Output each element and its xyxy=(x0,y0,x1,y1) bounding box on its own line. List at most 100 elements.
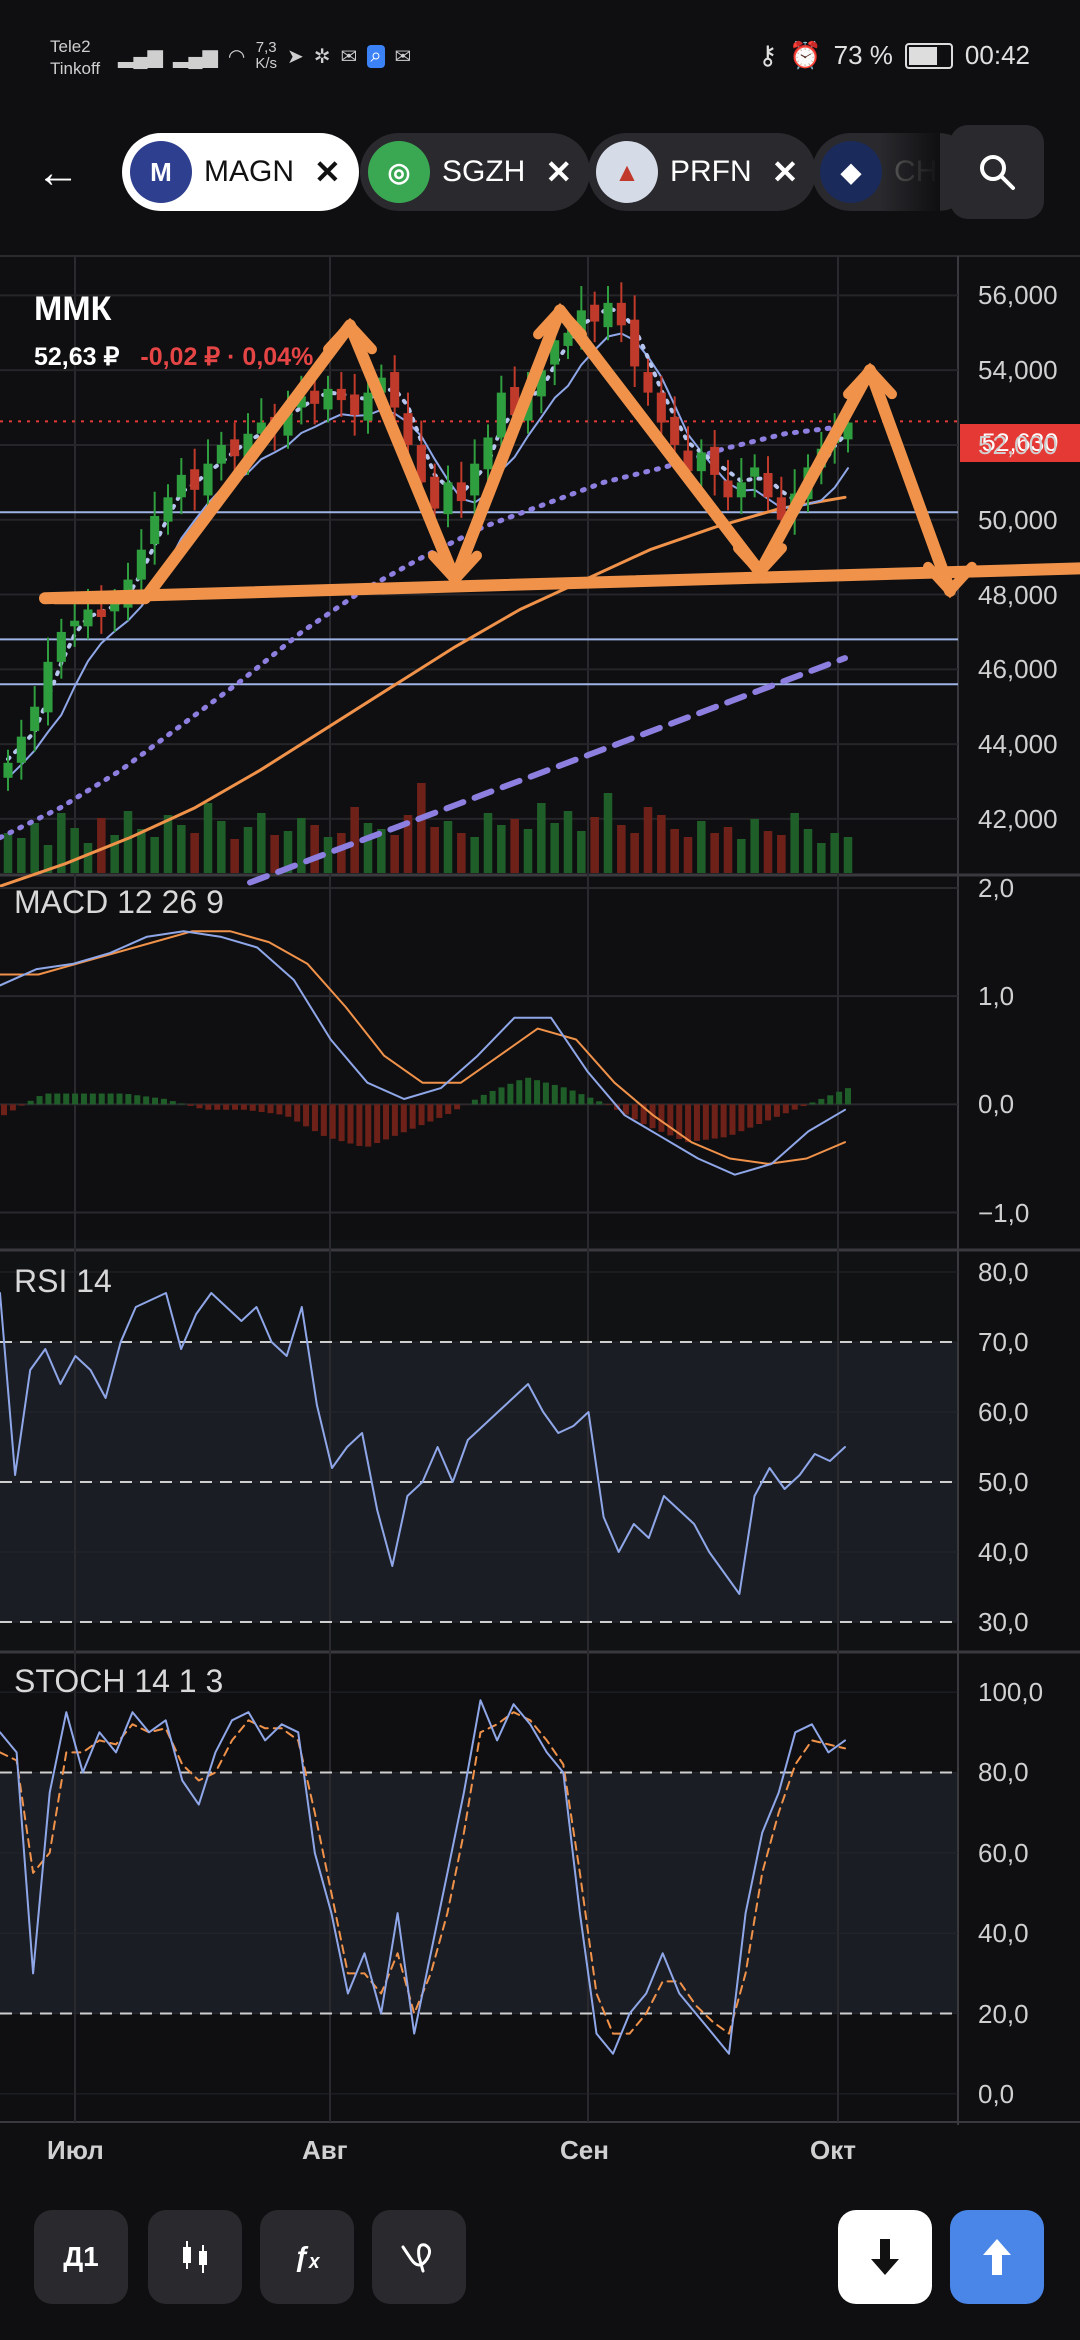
price-y-tick: 54,000 xyxy=(978,355,1058,386)
candle-body xyxy=(190,469,200,490)
macd-histogram-bar xyxy=(427,1104,434,1122)
macd-signal-line xyxy=(0,930,846,1165)
macd-histogram-bar xyxy=(72,1093,79,1105)
macd-histogram-bar xyxy=(169,1101,176,1105)
macd-histogram-bar xyxy=(569,1090,576,1105)
macd-histogram-bar xyxy=(480,1094,487,1105)
candles-icon xyxy=(183,2241,207,2273)
rsi-y-tick: 60,0 xyxy=(978,1397,1029,1427)
sell-button[interactable] xyxy=(838,2210,932,2304)
macd-histogram-bar xyxy=(63,1093,70,1105)
interval-button[interactable]: Д1 xyxy=(34,2210,128,2304)
macd-histogram-bar xyxy=(525,1077,532,1105)
macd-histogram-bar xyxy=(231,1104,238,1110)
chart-canvas[interactable] xyxy=(0,0,1080,2190)
macd-y-tick: 0,0 xyxy=(978,1089,1015,1120)
volume-bar xyxy=(723,827,733,873)
ticker-name: ММК xyxy=(34,290,112,328)
candle-body xyxy=(723,480,733,498)
indicators-button[interactable]: ƒₓ xyxy=(260,2210,354,2304)
buy-button[interactable] xyxy=(950,2210,1044,2304)
candle-body xyxy=(310,390,320,404)
macd-histogram-bar xyxy=(89,1093,96,1105)
macd-histogram-bar xyxy=(320,1104,327,1136)
volume-bar xyxy=(350,807,359,873)
volume-bar xyxy=(257,813,266,873)
macd-histogram-bar xyxy=(134,1095,141,1105)
candle-body xyxy=(323,388,333,410)
macd-histogram-bar xyxy=(347,1104,354,1144)
stoch-band xyxy=(0,1772,958,2014)
volume-bar xyxy=(763,831,773,873)
macd-histogram-bar xyxy=(667,1104,674,1136)
drawing-tools-button[interactable] xyxy=(372,2210,466,2304)
stoch-y-tick: 0,0 xyxy=(978,2078,1015,2109)
candle-body xyxy=(230,439,240,457)
macd-histogram-bar xyxy=(303,1104,310,1127)
volume-bar xyxy=(70,828,79,873)
volume-bar xyxy=(443,821,453,873)
x-axis-tick: Окт xyxy=(810,2135,856,2165)
price-change: -0,02 ₽ · 0,04% xyxy=(140,343,314,371)
candle-body xyxy=(483,437,493,470)
arrow-up-icon xyxy=(983,2239,1011,2275)
stoch-y-tick: 20,0 xyxy=(978,1998,1029,2029)
volume-bar xyxy=(630,833,639,873)
macd-histogram-bar xyxy=(18,1104,25,1106)
price-y-tick: 46,000 xyxy=(978,654,1058,685)
macd-histogram-bar xyxy=(711,1104,718,1139)
macd-line xyxy=(0,930,846,1176)
candle-body xyxy=(443,482,453,515)
macd-histogram-bar xyxy=(311,1104,318,1132)
volume-bar xyxy=(683,837,693,873)
candle-body xyxy=(590,304,600,322)
macd-histogram-bar xyxy=(587,1097,594,1105)
macd-histogram-bar xyxy=(658,1104,665,1132)
macd-histogram-bar xyxy=(267,1104,274,1114)
macd-histogram-bar xyxy=(747,1104,754,1128)
volume-bar xyxy=(337,833,346,873)
stoch-y-tick: 60,0 xyxy=(978,1837,1029,1868)
macd-histogram-bar xyxy=(80,1093,87,1105)
macd-histogram-bar xyxy=(436,1104,443,1118)
macd-histogram-bar xyxy=(54,1093,61,1105)
candle-body xyxy=(603,302,613,328)
candle-body xyxy=(470,463,480,496)
macd-histogram-bar xyxy=(294,1104,301,1122)
price-line: 52,63 ₽ -0,02 ₽ · 0,04% xyxy=(34,342,313,372)
volume-bar xyxy=(203,803,213,873)
rsi-y-tick: 70,0 xyxy=(978,1327,1029,1357)
ema-dotted-line xyxy=(6,305,850,762)
candle-body xyxy=(176,474,186,498)
macd-histogram-bar xyxy=(827,1095,834,1105)
interval-label: Д1 xyxy=(63,2241,99,2272)
volume-bar xyxy=(843,837,853,873)
candle-body xyxy=(763,473,773,498)
candle-body xyxy=(616,302,626,326)
volume-bar xyxy=(310,825,319,873)
price-y-tick: 44,000 xyxy=(978,729,1058,760)
macd-histogram-bar xyxy=(249,1104,256,1111)
volume-bar xyxy=(363,823,373,873)
stoch-y-tick: 100,0 xyxy=(978,1677,1044,1708)
volume-bar xyxy=(657,815,666,873)
macd-histogram-bar xyxy=(578,1094,585,1105)
volume-bar xyxy=(510,819,519,873)
macd-histogram-bar xyxy=(418,1104,425,1126)
volume-bar xyxy=(30,823,39,873)
macd-histogram-bar xyxy=(338,1104,345,1142)
candle-body xyxy=(30,706,40,732)
volume-bar xyxy=(617,825,626,873)
macd-histogram-bar xyxy=(1,1104,7,1116)
macd-histogram-bar xyxy=(116,1093,123,1105)
candle-body xyxy=(390,372,400,408)
candle-body xyxy=(16,736,26,763)
candle-body xyxy=(350,394,360,416)
macd-histogram-bar xyxy=(498,1087,505,1105)
candle-body xyxy=(456,482,466,502)
chart-type-button[interactable] xyxy=(148,2210,242,2304)
arrow-down-icon xyxy=(871,2239,899,2275)
macd-histogram-bar xyxy=(98,1093,105,1105)
candle-body xyxy=(496,392,506,438)
rsi-y-tick: 80,0 xyxy=(978,1257,1029,1287)
